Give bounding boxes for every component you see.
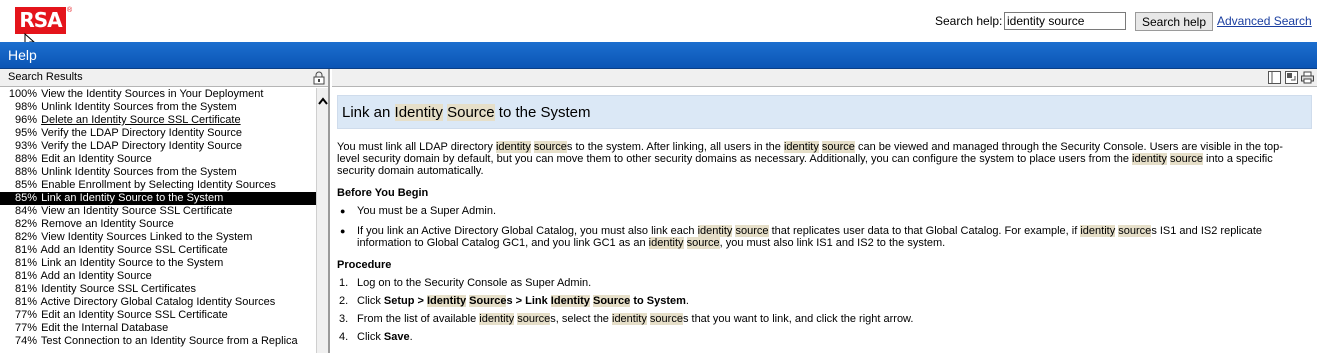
search-results-list: 100% View the Identity Sources in Your D… [0, 88, 316, 353]
search-result-item[interactable]: 96% Delete an Identity Source SSL Certif… [0, 114, 316, 127]
sync-icon[interactable] [1285, 71, 1298, 84]
search-results-label: Search Results [8, 71, 83, 83]
result-title: Link an Identity Source to the System [41, 257, 224, 269]
search-result-item[interactable]: 95% Verify the LDAP Directory Identity S… [0, 127, 316, 140]
print-icon[interactable] [1301, 71, 1314, 84]
result-score: 77% [14, 322, 37, 334]
result-score: 81% [14, 283, 37, 295]
result-title: Active Directory Global Catalog Identity… [40, 296, 276, 308]
rsa-logo: RSA [15, 7, 66, 34]
search-result-item[interactable]: 98% Unlink Identity Sources from the Sys… [0, 101, 316, 114]
result-score: 81% [14, 270, 37, 282]
search-label: Search help: [935, 14, 1003, 28]
result-score: 82% [14, 218, 37, 230]
result-score: 85% [14, 192, 37, 204]
list-item: If you link an Active Directory Global C… [337, 225, 1312, 249]
result-title: Unlink Identity Sources from the System [41, 101, 237, 113]
search-result-item[interactable]: 81% Identity Source SSL Certificates [0, 283, 316, 296]
result-title: Verify the LDAP Directory Identity Sourc… [41, 127, 243, 139]
results-scrollbar[interactable] [316, 88, 328, 353]
search-result-item[interactable]: 77% Edit an Identity Source SSL Certific… [0, 309, 316, 322]
scroll-up-arrow-icon[interactable] [317, 96, 329, 108]
step-item: 3. From the list of available identity so… [339, 313, 914, 325]
result-title: Enable Enrollment by Selecting Identity … [41, 179, 276, 191]
result-score: 100% [8, 88, 37, 100]
article-content: Link an Identity Source to the System Yo… [337, 95, 1312, 349]
search-input[interactable] [1004, 12, 1126, 30]
registered-mark: ® [67, 7, 73, 14]
result-score: 85% [14, 179, 37, 191]
result-title: Link an Identity Source to the System [41, 192, 224, 204]
result-score: 96% [14, 114, 37, 126]
search-result-item[interactable]: 84% View an Identity Source SSL Certific… [0, 205, 316, 218]
result-title: Edit the Internal Database [41, 322, 169, 334]
lock-icon[interactable] [313, 71, 325, 85]
result-score: 93% [14, 140, 37, 152]
search-result-item[interactable]: 81% Add an Identity Source [0, 270, 316, 283]
result-title: Unlink Identity Sources from the System [41, 166, 237, 178]
result-title: View Identity Sources Linked to the Syst… [41, 231, 253, 243]
search-result-item[interactable]: 100% View the Identity Sources in Your D… [0, 88, 316, 101]
result-title: Add an Identity Source SSL Certificate [40, 244, 228, 256]
result-title: View the Identity Sources in Your Deploy… [41, 88, 264, 100]
search-result-item[interactable]: 88% Edit an Identity Source [0, 153, 316, 166]
article-pane: Link an Identity Source to the System Yo… [332, 69, 1317, 353]
result-title: Edit an Identity Source SSL Certificate [41, 309, 228, 321]
prerequisites-list: You must be a Super Admin. If you link a… [337, 205, 1312, 249]
title-text: Link an [342, 104, 395, 121]
result-score: 82% [14, 231, 37, 243]
list-item: You must be a Super Admin. [337, 205, 1312, 217]
step-item: 4. Click Save. [339, 331, 413, 343]
result-title: Verify the LDAP Directory Identity Sourc… [41, 140, 243, 152]
result-title: Test Connection to an Identity Source fr… [40, 335, 298, 347]
search-result-item[interactable]: 93% Verify the LDAP Directory Identity S… [0, 140, 316, 153]
result-title: Remove an Identity Source [41, 218, 174, 230]
search-result-item[interactable]: 81% Add an Identity Source SSL Certifica… [0, 244, 316, 257]
article-title: Link an Identity Source to the System [337, 95, 1312, 129]
result-score: 98% [14, 101, 37, 113]
result-score: 81% [14, 244, 37, 256]
search-result-item[interactable]: 81% Link an Identity Source to the Syste… [0, 257, 316, 270]
before-you-begin-heading: Before You Begin [337, 187, 429, 199]
title-highlight: Identity [394, 104, 443, 121]
result-score: 84% [14, 205, 37, 217]
title-highlight: Source [447, 104, 495, 121]
toc-icon[interactable] [1268, 71, 1281, 84]
result-score: 88% [14, 166, 37, 178]
result-title: Edit an Identity Source [41, 153, 152, 165]
result-title: Identity Source SSL Certificates [41, 283, 196, 295]
advanced-search-link[interactable]: Advanced Search [1217, 14, 1312, 28]
result-score: 81% [14, 296, 37, 308]
result-score: 81% [14, 257, 37, 269]
result-score: 95% [14, 127, 37, 139]
step-item: 1. Log on to the Security Console as Supe… [339, 277, 592, 289]
search-results-header: Search Results [0, 69, 328, 87]
result-title: View an Identity Source SSL Certificate [41, 205, 233, 217]
search-result-item[interactable]: 74% Test Connection to an Identity Sourc… [0, 335, 316, 348]
search-result-item[interactable]: 81% Active Directory Global Catalog Iden… [0, 296, 316, 309]
title-text: to the System [494, 104, 591, 121]
help-bar: Help [0, 42, 1317, 69]
intro-paragraph: You must link all LDAP directory identit… [337, 141, 1283, 177]
search-result-item[interactable]: 85% Enable Enrollment by Selecting Ident… [0, 179, 316, 192]
procedure-heading: Procedure [337, 259, 392, 271]
step-item: 2. Click Setup > Identity Sources > Link … [339, 295, 689, 307]
search-result-item[interactable]: 82% Remove an Identity Source [0, 218, 316, 231]
search-results-pane: Search Results 100% View the Identity So… [0, 69, 330, 353]
result-score: 88% [14, 153, 37, 165]
result-score: 77% [14, 309, 37, 321]
logo-text: RSA [19, 8, 62, 32]
search-result-item[interactable]: 88% Unlink Identity Sources from the Sys… [0, 166, 316, 179]
result-title: Add an Identity Source [40, 270, 152, 282]
search-result-item[interactable]: 85% Link an Identity Source to the Syste… [0, 192, 316, 205]
article-toolbar [332, 69, 1317, 87]
search-help-button[interactable]: Search help [1135, 12, 1213, 31]
result-title: Delete an Identity Source SSL Certificat… [41, 114, 241, 126]
top-bar: RSA ® Search help: Search help Advanced … [0, 0, 1317, 49]
search-result-item[interactable]: 82% View Identity Sources Linked to the … [0, 231, 316, 244]
search-result-item[interactable]: 77% Edit the Internal Database [0, 322, 316, 335]
procedure-steps: 1. Log on to the Security Console as Supe… [337, 277, 1312, 343]
result-score: 74% [14, 335, 37, 347]
help-title: Help [8, 47, 37, 63]
